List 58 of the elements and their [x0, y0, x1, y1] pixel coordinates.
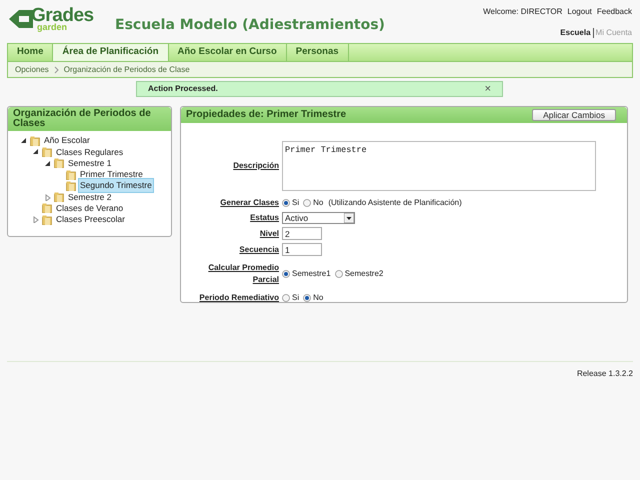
field-label: Descripción [233, 161, 279, 170]
header-link[interactable]: Feedback [596, 6, 632, 18]
radio-label: Si [292, 292, 300, 304]
context-link[interactable]: Escuela [560, 27, 591, 39]
radio-label: No [313, 197, 324, 209]
radio-label: Semestre1 [292, 268, 331, 280]
header-link[interactable]: Logout [567, 6, 592, 18]
folder-icon [66, 170, 76, 180]
status-dropdown[interactable]: Activo [282, 212, 355, 224]
nav-tab[interactable]: Personas [286, 44, 349, 61]
folder-icon [54, 158, 64, 168]
panel-title: Propiedades de: Primer Trimestre [186, 108, 346, 122]
collapse-icon[interactable] [44, 160, 51, 167]
folder-icon [42, 214, 52, 225]
text-field[interactable]: 1 [282, 243, 322, 256]
apply-button[interactable]: Aplicar Cambios [532, 109, 616, 121]
folder-icon [42, 203, 52, 214]
message-text: Action Processed. [148, 83, 218, 95]
panel-title: Organización de Periodos de Clases [13, 107, 152, 131]
collapse-icon[interactable] [32, 148, 39, 156]
welcome-text: Welcome: DIRECTOR [483, 6, 562, 18]
field-label: Secuencia [239, 244, 279, 254]
radio-button[interactable] [303, 294, 312, 302]
folder-icon [66, 180, 76, 191]
breadcrumb-item[interactable]: Opciones [15, 64, 49, 76]
radio-button[interactable] [282, 199, 290, 207]
hint-text: (Utilizando Asistente de Planificación) [328, 197, 462, 209]
field-label: Periodo Remediativo [199, 293, 279, 302]
breadcrumb-item: Organización de Periodos de Clase [64, 64, 190, 76]
chevron-icon [54, 66, 59, 74]
radio-label: No [313, 292, 324, 304]
description-field[interactable]: Primer Trimestre [282, 141, 596, 191]
radio-button[interactable] [282, 294, 290, 302]
release-text: Release 1.3.2.2 [576, 368, 633, 380]
dropdown-icon [344, 213, 354, 223]
radio-label: Semestre2 [344, 268, 384, 280]
field-label: Calcular Promedio Parcial [208, 263, 279, 284]
folder-icon [30, 136, 40, 146]
school-title: Escuela Modelo (Adiestramientos) [115, 16, 385, 35]
radio-label: Si [292, 197, 300, 209]
nav-tab[interactable]: Área de Planificación [53, 44, 168, 61]
folder-icon [54, 192, 64, 202]
collapse-icon[interactable] [20, 137, 27, 144]
logo-text: Grades [31, 6, 94, 25]
expand-icon[interactable] [32, 216, 39, 224]
field-label: Generar Clases [220, 198, 279, 207]
field-label: Nivel [260, 228, 279, 238]
close-button[interactable]: × [484, 80, 491, 98]
radio-button[interactable] [282, 270, 290, 278]
folder-icon [42, 146, 52, 157]
text-field[interactable]: 2 [282, 227, 322, 240]
radio-button[interactable] [334, 270, 343, 278]
radio-button[interactable] [303, 199, 312, 207]
logo-subtext: garden [37, 23, 68, 32]
expand-icon[interactable] [44, 194, 51, 201]
field-label: Estatus [250, 213, 279, 222]
tree-item[interactable]: Segundo Trimestre [78, 178, 154, 194]
nav-tab[interactable]: Año Escolar en Curso [168, 44, 287, 61]
